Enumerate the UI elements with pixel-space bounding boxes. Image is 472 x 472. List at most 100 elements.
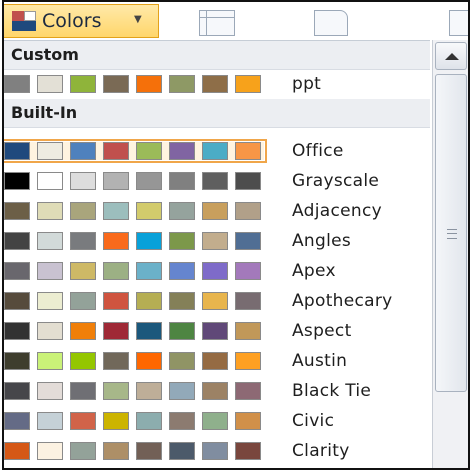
color-swatch xyxy=(37,292,63,310)
theme-row-angles[interactable]: Angles xyxy=(4,227,430,255)
color-swatch xyxy=(202,262,228,280)
color-swatch xyxy=(37,322,63,340)
theme-row-apex[interactable]: Apex xyxy=(4,257,430,285)
color-swatch xyxy=(103,232,129,250)
color-swatch xyxy=(169,232,195,250)
theme-name: ppt xyxy=(292,74,322,94)
section-label-builtin: Built-In xyxy=(11,103,78,122)
color-swatch xyxy=(70,172,96,190)
theme-row-ppt[interactable]: ppt xyxy=(4,70,430,98)
color-swatch xyxy=(103,322,129,340)
color-swatch xyxy=(103,292,129,310)
color-swatch xyxy=(70,322,96,340)
color-swatch xyxy=(136,292,162,310)
theme-row-clarity[interactable]: Clarity xyxy=(4,437,430,465)
color-swatch xyxy=(70,412,96,430)
color-swatch xyxy=(202,292,228,310)
page-setup-icon[interactable] xyxy=(314,10,348,36)
theme-name: Apothecary xyxy=(292,291,393,311)
color-swatch xyxy=(235,292,261,310)
theme-name: Austin xyxy=(292,351,348,371)
color-swatch-strip xyxy=(4,172,264,190)
color-swatch xyxy=(169,322,195,340)
color-swatch xyxy=(136,382,162,400)
color-swatch xyxy=(169,172,195,190)
color-swatch xyxy=(103,172,129,190)
colors-label: Colors xyxy=(42,10,102,32)
color-swatch-strip xyxy=(4,442,264,460)
theme-name: Angles xyxy=(292,231,352,251)
color-swatch xyxy=(235,232,261,250)
color-swatch-strip xyxy=(4,202,264,220)
theme-row-grayscale[interactable]: Grayscale xyxy=(4,167,430,195)
page-layout-icon[interactable] xyxy=(199,10,235,36)
color-swatch xyxy=(235,322,261,340)
scroll-up-arrow-icon[interactable] xyxy=(435,42,467,70)
color-swatch xyxy=(202,352,228,370)
color-swatch xyxy=(202,322,228,340)
color-swatch xyxy=(235,172,261,190)
color-swatch xyxy=(169,382,195,400)
color-swatch xyxy=(169,442,195,460)
theme-name: Office xyxy=(292,141,344,161)
color-swatch-strip xyxy=(4,292,264,310)
color-swatch xyxy=(136,202,162,220)
color-swatch xyxy=(235,202,261,220)
color-swatch xyxy=(37,442,63,460)
color-swatch xyxy=(235,262,261,280)
color-swatch xyxy=(169,75,195,93)
section-header-builtin: Built-In xyxy=(4,99,430,128)
color-swatch-strip xyxy=(4,382,264,400)
color-swatch xyxy=(103,262,129,280)
color-swatch xyxy=(136,142,162,160)
theme-colors-window: Colors ▼ Custom Built-In ppt Office Graysc… xyxy=(2,0,470,470)
color-swatch xyxy=(70,75,96,93)
color-swatch xyxy=(70,202,96,220)
color-swatch xyxy=(37,75,63,93)
section-header-custom: Custom xyxy=(4,41,430,70)
theme-row-aspect[interactable]: Aspect xyxy=(4,317,430,345)
color-swatch xyxy=(202,202,228,220)
theme-row-civic[interactable]: Civic xyxy=(4,407,430,435)
theme-row-office[interactable]: Office xyxy=(4,137,430,165)
colors-dropdown-button[interactable]: Colors ▼ xyxy=(4,4,159,38)
color-swatch xyxy=(37,262,63,280)
theme-name: Aspect xyxy=(292,321,352,341)
color-swatch xyxy=(103,382,129,400)
scroll-thumb[interactable] xyxy=(435,74,467,392)
color-swatch xyxy=(202,172,228,190)
color-swatch xyxy=(136,75,162,93)
theme-row-black-tie[interactable]: Black Tie xyxy=(4,377,430,405)
orientation-icon[interactable] xyxy=(449,10,468,36)
color-swatch-strip xyxy=(4,75,264,93)
theme-row-austin[interactable]: Austin xyxy=(4,347,430,375)
color-swatch xyxy=(4,262,30,280)
color-swatch xyxy=(37,142,63,160)
theme-colors-icon xyxy=(12,11,36,31)
color-swatch-strip xyxy=(4,262,264,280)
color-swatch-strip xyxy=(4,322,264,340)
color-swatch-strip xyxy=(4,412,264,430)
color-swatch xyxy=(70,442,96,460)
color-swatch xyxy=(70,232,96,250)
color-swatch xyxy=(136,352,162,370)
color-swatch xyxy=(4,232,30,250)
theme-row-apothecary[interactable]: Apothecary xyxy=(4,287,430,315)
theme-row-adjacency[interactable]: Adjacency xyxy=(4,197,430,225)
section-label-custom: Custom xyxy=(11,45,79,64)
theme-name: Apex xyxy=(292,261,336,281)
color-swatch xyxy=(4,382,30,400)
vertical-scrollbar[interactable] xyxy=(432,40,468,468)
color-swatch xyxy=(70,382,96,400)
color-swatch xyxy=(103,352,129,370)
color-swatch xyxy=(169,142,195,160)
color-swatch xyxy=(37,352,63,370)
color-swatch xyxy=(103,442,129,460)
color-swatch xyxy=(4,292,30,310)
color-swatch xyxy=(103,142,129,160)
theme-name: Black Tie xyxy=(292,381,372,401)
color-swatch-strip xyxy=(4,232,264,250)
color-swatch xyxy=(70,142,96,160)
color-swatch xyxy=(235,442,261,460)
color-swatch xyxy=(136,412,162,430)
